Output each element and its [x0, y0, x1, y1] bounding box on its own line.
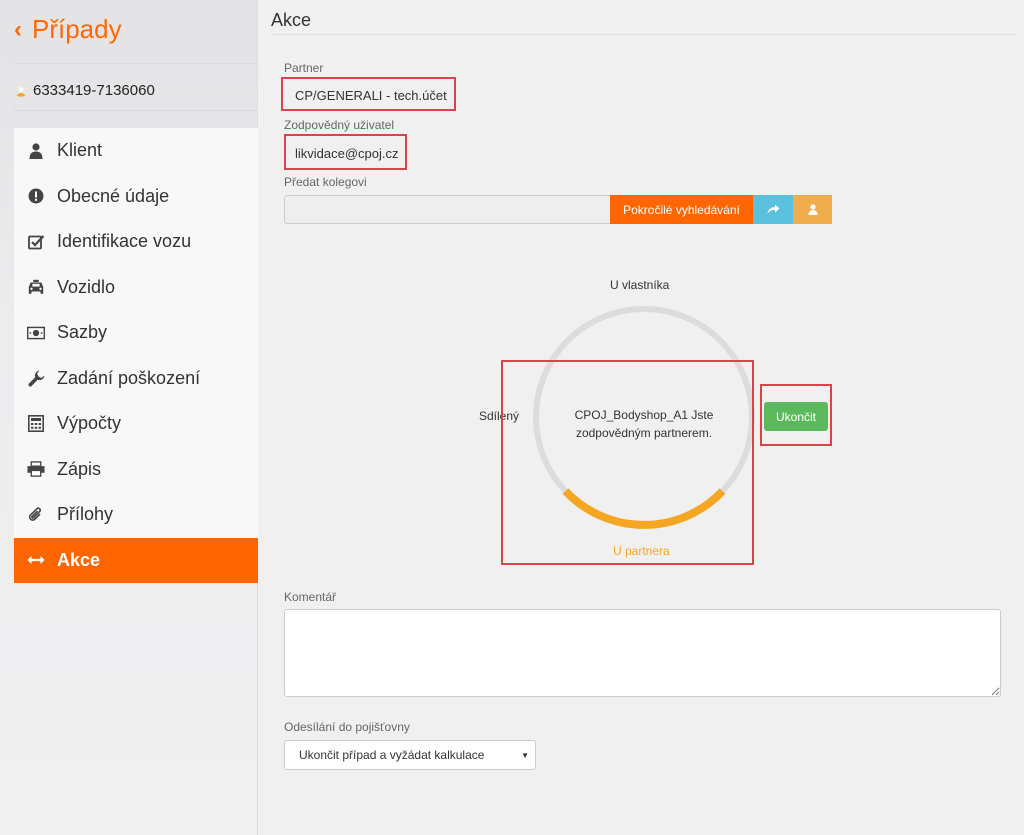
- send-select[interactable]: Ukončit případ a vyžádat kalkulace ▼: [284, 740, 536, 770]
- sidebar-item-vozidlo[interactable]: Vozidlo: [14, 264, 258, 310]
- sidebar-nav: Klient Obecné údaje Identifikace vozu Vo…: [14, 128, 258, 583]
- responsible-user-highlight: [284, 134, 407, 170]
- title-divider: [271, 34, 1016, 35]
- exclamation-circle-icon: [27, 187, 45, 205]
- user-icon: [808, 204, 817, 215]
- comment-textarea[interactable]: [284, 609, 1001, 697]
- transfer-input[interactable]: [284, 195, 610, 224]
- sidebar-item-label: Obecné údaje: [57, 185, 170, 206]
- back-link[interactable]: ‹ Případy: [14, 14, 122, 45]
- case-number-text: 6333419-7136060: [33, 82, 155, 99]
- caret-down-icon: ▼: [521, 751, 529, 760]
- page-title: Akce: [271, 10, 312, 30]
- sidebar-item-label: Výpočty: [57, 413, 122, 434]
- sidebar-item-obecne-udaje[interactable]: Obecné údaje: [14, 173, 258, 219]
- calculator-icon: [27, 415, 45, 433]
- checkbox-icon: [27, 233, 45, 251]
- sidebar-item-sazby[interactable]: Sazby: [14, 310, 258, 356]
- advanced-search-button[interactable]: Pokročilé vyhledávání: [610, 195, 753, 224]
- printer-icon: [27, 460, 45, 478]
- user-icon: [27, 142, 45, 160]
- sidebar-item-label: Přílohy: [57, 504, 114, 525]
- finish-button-highlight: [760, 384, 832, 446]
- transfer-label: Předat kolegovi: [284, 175, 367, 189]
- circle-highlight: [501, 360, 754, 565]
- sidebar-item-vypocty[interactable]: Výpočty: [14, 401, 258, 447]
- share-arrow-icon: [767, 204, 779, 214]
- sidebar-item-zadani-poskozeni[interactable]: Zadání poškození: [14, 355, 258, 401]
- partner-highlight: [281, 77, 456, 111]
- car-icon: [27, 278, 45, 296]
- transfer-group: Pokročilé vyhledávání: [284, 195, 832, 224]
- paperclip-icon: [27, 506, 45, 524]
- sidebar-item-akce[interactable]: Akce: [14, 537, 258, 583]
- partner-label: Partner: [284, 61, 324, 75]
- state-owner: U vlastníka: [610, 278, 670, 292]
- send-label: Odesílání do pojišťovny: [284, 720, 410, 734]
- money-icon: [27, 324, 45, 342]
- sidebar-item-identifikace-vozu[interactable]: Identifikace vozu: [14, 219, 258, 265]
- sidebar-item-label: Sazby: [57, 322, 108, 343]
- sidebar-item-label: Akce: [57, 549, 101, 570]
- sidebar-item-label: Zápis: [57, 458, 102, 479]
- sidebar-item-label: Zadání poškození: [57, 367, 201, 388]
- user-status-icon: [14, 84, 28, 97]
- sidebar-title: Případy: [32, 14, 122, 44]
- sidebar-item-label: Identifikace vozu: [57, 231, 192, 252]
- responsible-user-label: Zodpovědný uživatel: [284, 118, 395, 132]
- divider: [14, 110, 257, 111]
- sidebar-item-label: Klient: [57, 140, 103, 161]
- sidebar-item-label: Vozidlo: [57, 276, 116, 297]
- arrows-horizontal-icon: [27, 551, 45, 569]
- wrench-icon: [27, 369, 45, 387]
- share-button[interactable]: [753, 195, 793, 224]
- sidebar-item-klient[interactable]: Klient: [14, 128, 258, 174]
- sidebar-item-zapis[interactable]: Zápis: [14, 446, 258, 492]
- sidebar-item-prilohy[interactable]: Přílohy: [14, 492, 258, 538]
- case-number: 6333419-7136060: [14, 82, 155, 99]
- chevron-left-icon: ‹: [14, 15, 22, 43]
- divider: [14, 63, 257, 64]
- sidebar: ‹ Případy 6333419-7136060 Klient Obecné …: [0, 0, 258, 835]
- send-select-value: Ukončit případ a vyžádat kalkulace: [299, 748, 485, 762]
- comment-label: Komentář: [284, 590, 337, 604]
- main-content: Akce Partner CP/GENERALI - tech.účet Zod…: [259, 0, 1024, 835]
- user-button[interactable]: [793, 195, 832, 224]
